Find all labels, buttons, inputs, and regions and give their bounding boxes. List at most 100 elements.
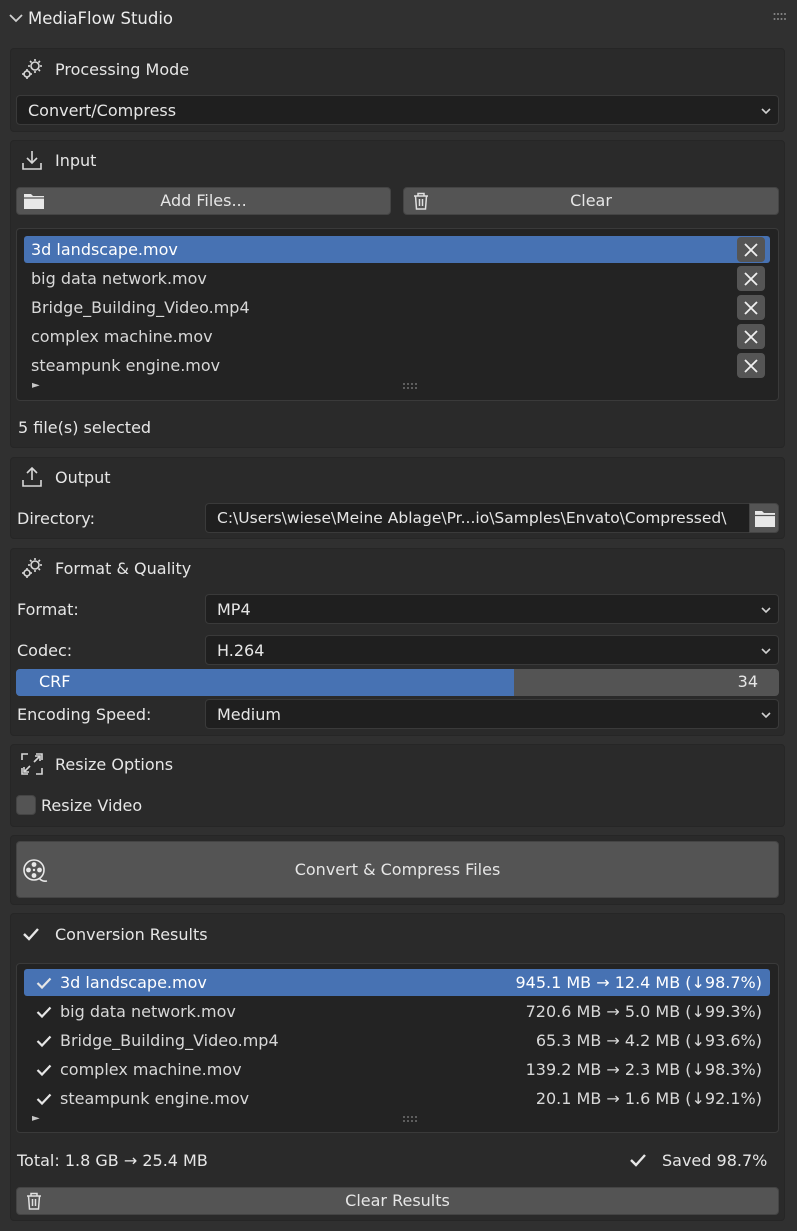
clear-results-label: Clear Results — [345, 1191, 450, 1210]
chevron-down-icon — [761, 648, 771, 655]
trash-icon — [414, 192, 428, 210]
result-file-name: steampunk engine.mov — [60, 1089, 250, 1108]
checkmark-icon — [36, 1064, 52, 1077]
directory-label: Directory: — [17, 509, 95, 528]
input-file-row[interactable]: big data network.mov — [24, 265, 770, 292]
gears-icon — [22, 59, 42, 79]
result-size-change: 20.1 MB → 1.6 MB (↓92.1%) — [535, 1089, 762, 1108]
checkmark-icon — [36, 1006, 52, 1019]
remove-file-button[interactable] — [737, 324, 765, 349]
close-icon — [744, 301, 758, 315]
remove-file-button[interactable] — [737, 237, 765, 262]
folder-icon — [24, 194, 44, 209]
input-file-name: steampunk engine.mov — [31, 356, 221, 375]
crf-slider[interactable]: CRF 34 — [16, 669, 779, 696]
resize-options-header: Resize Options — [55, 755, 174, 774]
close-icon — [744, 330, 758, 344]
result-file-name: Bridge_Building_Video.mp4 — [60, 1031, 279, 1050]
resize-video-checkbox[interactable] — [16, 795, 36, 815]
codec-value: H.264 — [217, 641, 265, 660]
convert-compress-label: Convert & Compress Files — [294, 860, 501, 879]
resize-handle-icon[interactable] — [402, 1115, 420, 1123]
result-row[interactable]: 3d landscape.mov 945.1 MB → 12.4 MB (↓98.… — [24, 969, 770, 996]
result-size-change: 720.6 MB → 5.0 MB (↓99.3%) — [525, 1002, 762, 1021]
result-size-change: 65.3 MB → 4.2 MB (↓93.6%) — [535, 1031, 762, 1050]
panel-header[interactable]: MediaFlow Studio — [0, 0, 797, 38]
result-size-change: 945.1 MB → 12.4 MB (↓98.7%) — [515, 973, 762, 992]
add-files-label: Add Files... — [160, 191, 247, 210]
results-total: Total: 1.8 GB → 25.4 MB — [17, 1151, 208, 1170]
processing-mode-value: Convert/Compress — [28, 101, 177, 120]
format-quality-header: Format & Quality — [55, 559, 192, 578]
chevron-down-icon — [761, 712, 771, 719]
resize-handle-icon[interactable] — [402, 382, 420, 390]
input-file-row[interactable]: Bridge_Building_Video.mp4 — [24, 294, 770, 321]
crf-label: CRF — [39, 672, 71, 691]
clear-files-label: Clear — [570, 191, 612, 210]
browse-directory-button[interactable] — [749, 503, 779, 533]
directory-input[interactable]: C:\Users\wiese\Meine Ablage\Pr...io\Samp… — [205, 503, 750, 533]
trash-icon — [27, 1192, 41, 1210]
codec-label: Codec: — [17, 641, 73, 660]
resize-video-label: Resize Video — [41, 796, 143, 815]
fullscreen-icon — [21, 753, 43, 775]
processing-mode-dropdown[interactable]: Convert/Compress — [16, 95, 779, 125]
result-row[interactable]: Bridge_Building_Video.mp4 65.3 MB → 4.2 M… — [24, 1027, 770, 1054]
files-selected-status: 5 file(s) selected — [18, 418, 152, 437]
remove-file-button[interactable] — [737, 266, 765, 291]
input-file-row[interactable]: 3d landscape.mov — [24, 236, 770, 263]
clear-files-button[interactable]: Clear — [403, 187, 779, 215]
format-dropdown[interactable]: MP4 — [205, 594, 779, 624]
remove-file-button[interactable] — [737, 295, 765, 320]
directory-value: C:\Users\wiese\Meine Ablage\Pr...io\Samp… — [217, 509, 727, 527]
checkmark-icon — [36, 1093, 52, 1106]
result-row[interactable]: big data network.mov 720.6 MB → 5.0 MB (↓… — [24, 998, 770, 1025]
panel-title: MediaFlow Studio — [28, 9, 174, 28]
input-file-name: big data network.mov — [31, 269, 207, 288]
format-value: MP4 — [217, 600, 251, 619]
chevron-down-icon[interactable] — [7, 9, 25, 27]
folder-icon — [755, 511, 775, 527]
processing-mode-header: Processing Mode — [55, 60, 190, 79]
result-row[interactable]: complex machine.mov 139.2 MB → 2.3 MB (↓9… — [24, 1056, 770, 1083]
convert-compress-button[interactable]: Convert & Compress Files — [16, 841, 779, 898]
clear-results-button[interactable]: Clear Results — [16, 1187, 779, 1215]
chevron-down-icon — [761, 607, 771, 614]
result-size-change: 139.2 MB → 2.3 MB (↓98.3%) — [525, 1060, 762, 1079]
import-icon — [22, 151, 42, 170]
encoding-speed-value: Medium — [217, 705, 281, 724]
expand-triangle-icon[interactable]: ► — [32, 380, 40, 391]
remove-file-button[interactable] — [737, 353, 765, 378]
expand-triangle-icon[interactable]: ► — [32, 1113, 40, 1124]
result-file-name: big data network.mov — [60, 1002, 236, 1021]
codec-dropdown[interactable]: H.264 — [205, 635, 779, 665]
add-files-button[interactable]: Add Files... — [16, 187, 391, 215]
close-icon — [744, 359, 758, 373]
checkmark-icon — [36, 1035, 52, 1048]
crf-value: 34 — [737, 672, 758, 691]
conversion-results-header: Conversion Results — [55, 925, 208, 944]
input-file-row[interactable]: steampunk engine.mov — [24, 352, 770, 379]
checkmark-icon — [36, 977, 52, 990]
result-file-name: 3d landscape.mov — [60, 973, 207, 992]
export-icon — [22, 466, 42, 487]
encoding-speed-dropdown[interactable]: Medium — [205, 699, 779, 729]
input-file-name: 3d landscape.mov — [31, 240, 178, 259]
input-file-row[interactable]: complex machine.mov — [24, 323, 770, 350]
result-row[interactable]: steampunk engine.mov 20.1 MB → 1.6 MB (↓9… — [24, 1085, 770, 1112]
chevron-down-icon — [761, 108, 771, 115]
output-header: Output — [55, 468, 111, 487]
drag-grip-icon[interactable] — [773, 12, 787, 22]
close-icon — [744, 243, 758, 257]
input-file-name: Bridge_Building_Video.mp4 — [31, 298, 250, 317]
crf-slider-fill — [16, 669, 515, 696]
encoding-speed-label: Encoding Speed: — [17, 705, 152, 724]
results-saved: Saved 98.7% — [662, 1151, 768, 1170]
result-file-name: complex machine.mov — [60, 1060, 242, 1079]
checkmark-icon — [23, 928, 39, 941]
gears-icon — [22, 558, 42, 578]
close-icon — [744, 272, 758, 286]
input-header: Input — [55, 151, 97, 170]
format-label: Format: — [17, 600, 79, 619]
input-file-name: complex machine.mov — [31, 327, 213, 346]
